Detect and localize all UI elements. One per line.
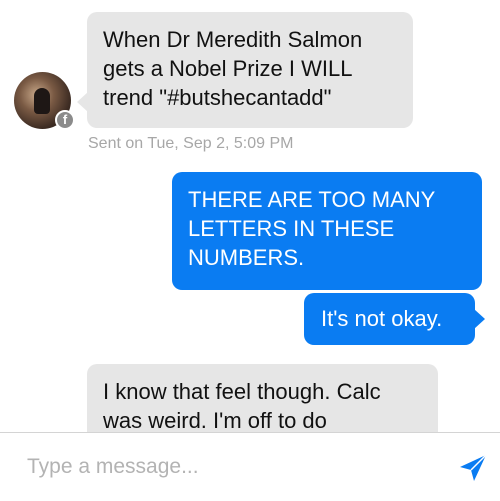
message-line: LETTERS IN THESE xyxy=(188,216,395,241)
sent-timestamp: Sent on Tue, Sep 2, 5:09 PM xyxy=(88,135,294,152)
message-composer xyxy=(0,432,500,501)
message-line: THERE ARE TOO MANY xyxy=(188,187,436,212)
incoming-message-bubble[interactable]: When Dr Meredith Salmon gets a Nobel Pri… xyxy=(87,12,413,128)
message-line: NUMBERS. xyxy=(188,245,305,270)
bubble-tail xyxy=(77,92,88,112)
message-line: gets a Nobel Prize I WILL xyxy=(103,56,353,81)
message-line: trend "#butshecantadd" xyxy=(103,85,332,110)
avatar-figure xyxy=(34,88,50,114)
bubble-tail xyxy=(474,309,485,329)
paper-plane-icon xyxy=(460,454,487,481)
message-line: was weird. I'm off to do xyxy=(103,408,327,432)
facebook-badge-icon: f xyxy=(55,110,75,130)
incoming-message-bubble[interactable]: I know that feel though. Calc was weird.… xyxy=(87,364,438,432)
message-line: I know that feel though. Calc xyxy=(103,379,381,404)
outgoing-message-bubble[interactable]: It's not okay. xyxy=(304,293,475,345)
message-thread: When Dr Meredith Salmon gets a Nobel Pri… xyxy=(0,0,500,432)
message-line: When Dr Meredith Salmon xyxy=(103,27,363,52)
message-input[interactable] xyxy=(27,447,427,487)
outgoing-message-bubble[interactable]: THERE ARE TOO MANY LETTERS IN THESE NUMB… xyxy=(172,172,482,290)
message-line: It's not okay. xyxy=(321,306,443,331)
send-button[interactable] xyxy=(458,453,488,483)
